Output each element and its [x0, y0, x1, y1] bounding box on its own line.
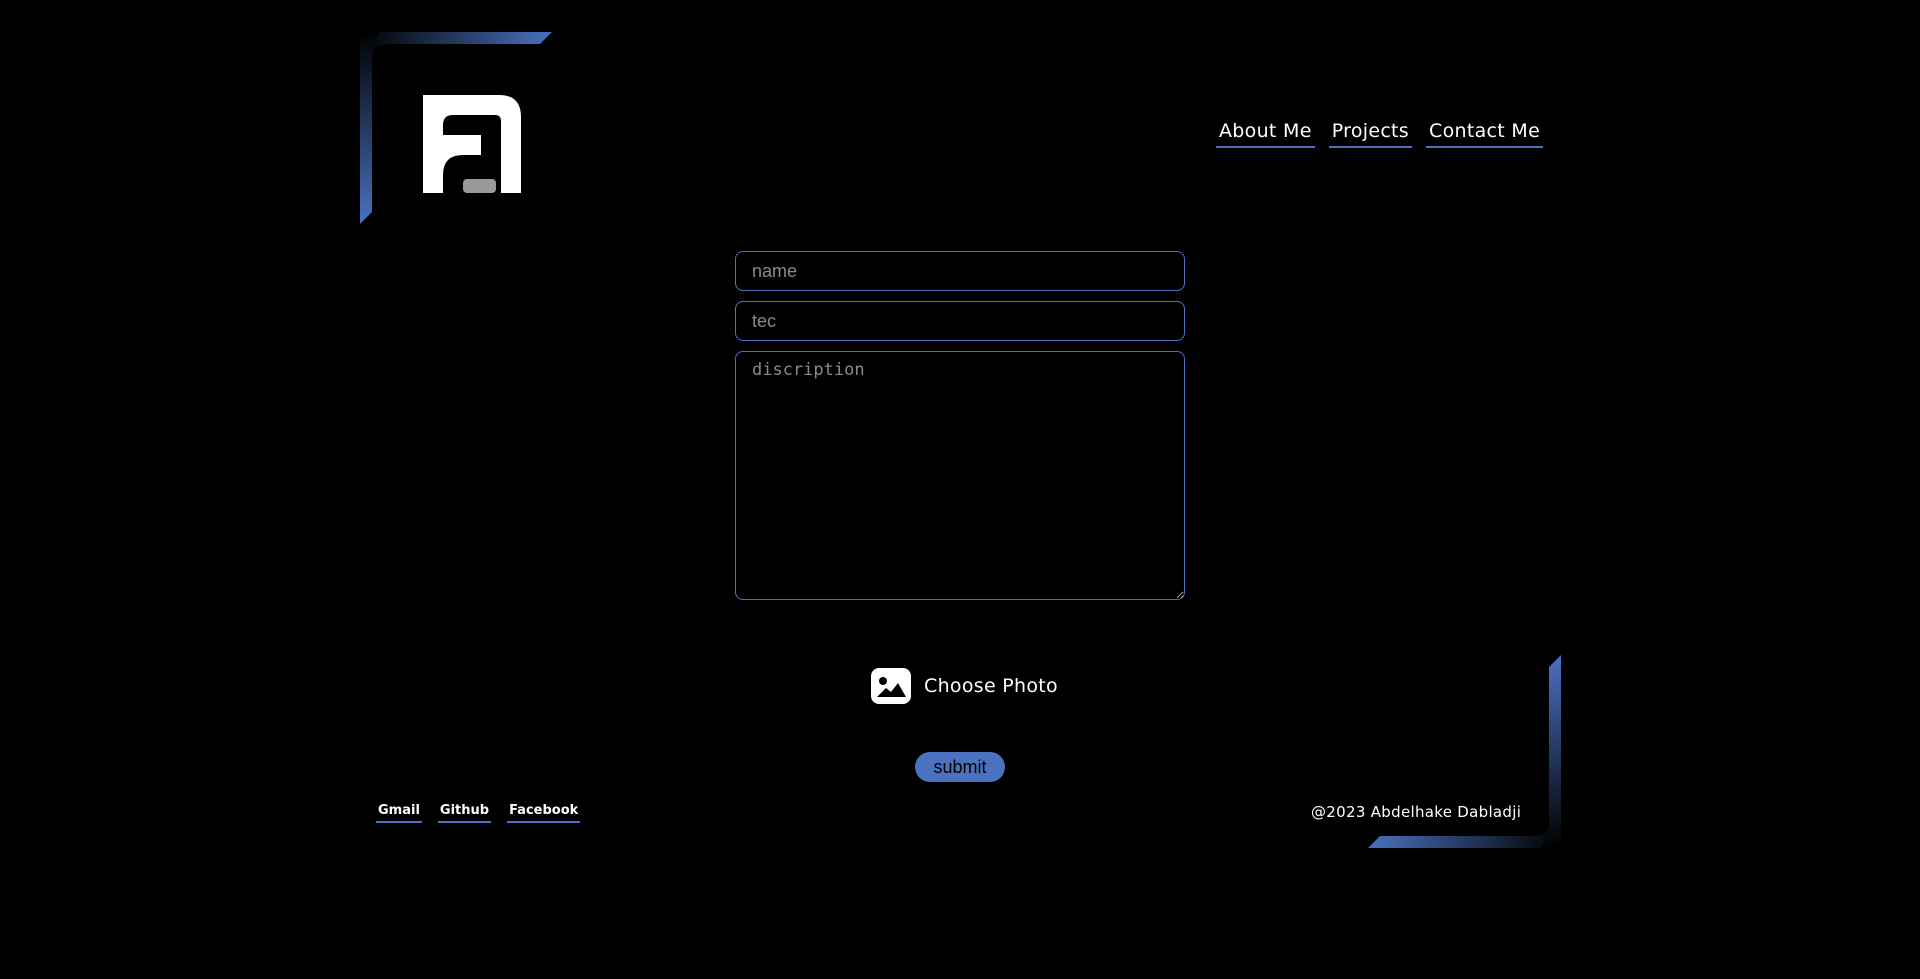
footer-link-github[interactable]: Github [437, 803, 492, 823]
name-input[interactable] [735, 251, 1185, 291]
footer-link-facebook[interactable]: Facebook [507, 803, 581, 823]
project-form [735, 251, 1185, 600]
nav-link-about-me[interactable]: About Me [1216, 118, 1315, 148]
brand-logo-icon[interactable] [423, 95, 521, 193]
choose-photo-button[interactable]: Choose Photo [871, 668, 1058, 704]
frame-corner-bottom-right [1368, 655, 1561, 848]
footer-link-gmail[interactable]: Gmail [376, 803, 422, 823]
contact-page: About Me Projects Contact Me Choose Phot… [0, 0, 1920, 979]
main-nav: About Me Projects Contact Me [1216, 118, 1544, 148]
image-icon [871, 668, 911, 704]
footer-social-links: Gmail Github Facebook [376, 803, 581, 823]
submit-button[interactable]: submit [915, 752, 1005, 782]
nav-link-contact-me[interactable]: Contact Me [1426, 118, 1544, 148]
tec-input[interactable] [735, 301, 1185, 341]
choose-photo-label: Choose Photo [924, 675, 1058, 697]
nav-link-projects[interactable]: Projects [1328, 118, 1413, 148]
description-textarea[interactable] [735, 351, 1185, 600]
